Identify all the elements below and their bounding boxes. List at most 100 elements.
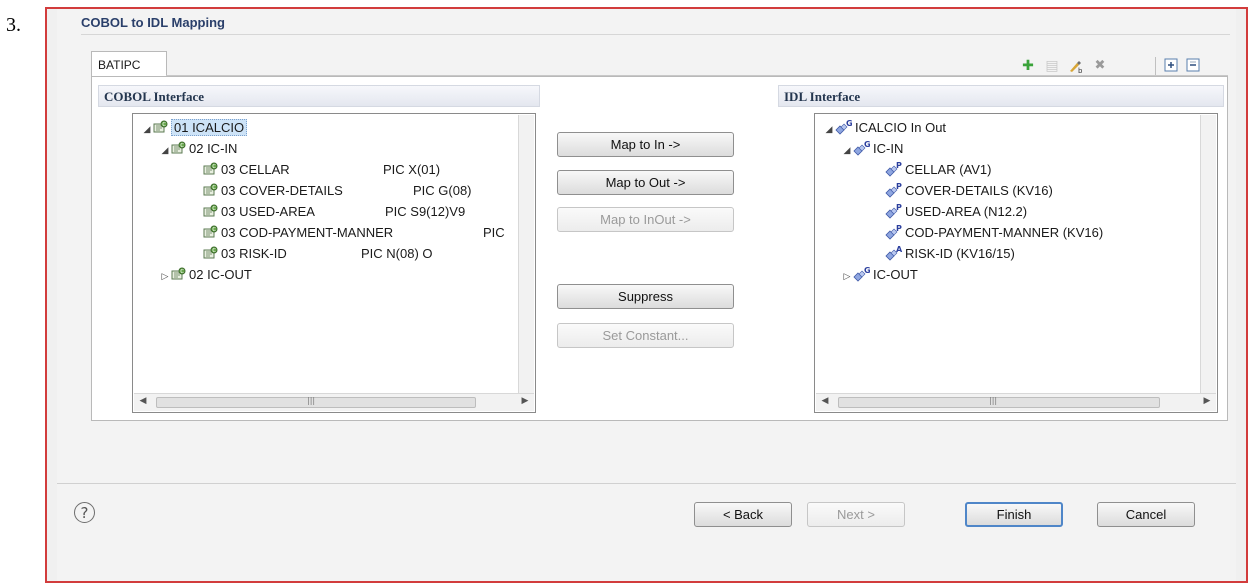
- cobol-tree-row[interactable]: C 03 CELLAR: [191, 160, 290, 180]
- copy-icon[interactable]: ▤: [1044, 58, 1060, 74]
- idl-node-label: IC-IN: [873, 141, 904, 156]
- scroll-right-icon[interactable]: ▶: [1200, 396, 1214, 406]
- cobol-tree-row[interactable]: ◢ C 02 IC-IN: [159, 139, 238, 160]
- idl-tree-row[interactable]: A RISK-ID (KV16/15): [873, 244, 1015, 264]
- finish-button[interactable]: Finish: [965, 502, 1063, 527]
- idl-interface-header: IDL Interface: [778, 85, 1224, 107]
- cancel-button[interactable]: Cancel: [1097, 502, 1195, 527]
- cobol-field-icon: C: [171, 141, 189, 156]
- cobol-tree-row[interactable]: C 03 RISK-ID: [191, 244, 287, 264]
- cobol-pic-clause: PIC X(01): [383, 162, 441, 177]
- idl-tree-row[interactable]: ◢ G IC-IN: [841, 139, 904, 159]
- expand-arrow-icon[interactable]: ▷: [159, 266, 171, 286]
- svg-text:C: C: [212, 227, 216, 233]
- svg-text:A: A: [896, 245, 903, 254]
- collapse-arrow-icon[interactable]: ◢: [841, 140, 853, 159]
- cobol-pic-clause: PIC G(08): [413, 183, 472, 198]
- svg-text:C: C: [212, 185, 216, 191]
- collapse-arrow-icon[interactable]: ◢: [141, 119, 153, 139]
- scroll-thumb[interactable]: |||: [838, 396, 1160, 408]
- scroll-left-icon[interactable]: ◀: [818, 396, 832, 406]
- cobol-field-label: 02 IC-OUT: [189, 267, 252, 282]
- rename-icon[interactable]: b: [1068, 58, 1084, 75]
- suppress-button[interactable]: Suppress: [557, 284, 734, 309]
- scroll-thumb[interactable]: |||: [156, 396, 476, 408]
- cobol-field-label: 03 RISK-ID: [221, 246, 287, 261]
- expand-all-icon[interactable]: [1163, 58, 1179, 74]
- back-button[interactable]: < Back: [694, 502, 792, 527]
- idl-node-icon: G: [853, 140, 873, 156]
- map-to-in-button[interactable]: Map to In ->: [557, 132, 734, 157]
- svg-text:C: C: [162, 122, 166, 128]
- cobol-pic-clause: PIC: [483, 225, 505, 240]
- idl-node-label: ICALCIO In Out: [855, 120, 947, 135]
- cobol-field-label: 01 ICALCIO: [171, 119, 248, 136]
- svg-text:G: G: [864, 140, 871, 149]
- idl-horizontal-scrollbar[interactable]: ◀ ||| ▶: [816, 393, 1216, 411]
- idl-node-icon: G: [835, 119, 855, 135]
- idl-node-icon: P: [885, 224, 905, 240]
- svg-text:C: C: [212, 164, 216, 170]
- toolbar-separator: [1155, 57, 1156, 75]
- expand-arrow-icon[interactable]: ▷: [841, 266, 853, 285]
- cobol-tree-row[interactable]: C 03 COD-PAYMENT-MANNER: [191, 223, 393, 243]
- cobol-field-label: 02 IC-IN: [189, 141, 238, 156]
- cobol-field-icon: C: [203, 183, 221, 198]
- idl-tree-row[interactable]: P COVER-DETAILS (KV16): [873, 181, 1053, 201]
- idl-node-label: RISK-ID (KV16/15): [905, 246, 1015, 261]
- wizard-dialog: COBOL to IDL Mapping BATIPC ✚ ▤ b ✖ COBO…: [45, 7, 1248, 583]
- idl-tree-row[interactable]: P COD-PAYMENT-MANNER (KV16): [873, 223, 1103, 243]
- svg-text:G: G: [846, 119, 853, 128]
- section-title: COBOL to IDL Mapping: [81, 15, 225, 30]
- cobol-vertical-scrollbar[interactable]: [518, 115, 534, 393]
- tab-batipc[interactable]: BATIPC: [91, 51, 167, 76]
- cobol-interface-header: COBOL Interface: [98, 85, 540, 107]
- set-constant-button[interactable]: Set Constant...: [557, 323, 734, 348]
- cobol-field-icon: C: [203, 246, 221, 261]
- idl-tree-row[interactable]: ▷ G IC-OUT: [841, 265, 918, 285]
- svg-text:G: G: [864, 266, 871, 275]
- cobol-field-label: 03 CELLAR: [221, 162, 290, 177]
- idl-node-icon: P: [885, 182, 905, 198]
- svg-text:C: C: [180, 269, 184, 275]
- idl-node-icon: A: [885, 245, 905, 261]
- cobol-tree-row[interactable]: C 03 COVER-DETAILS: [191, 181, 343, 201]
- idl-node-label: IC-OUT: [873, 267, 918, 282]
- collapse-arrow-icon[interactable]: ◢: [159, 140, 171, 160]
- idl-tree[interactable]: ◢ G ICALCIO In Out ◢ G IC-IN P CELLAR (AV1) P COV…: [814, 113, 1218, 413]
- idl-node-label: CELLAR (AV1): [905, 162, 992, 177]
- map-to-inout-button[interactable]: Map to InOut ->: [557, 207, 734, 232]
- svg-text:C: C: [180, 143, 184, 149]
- cobol-tree[interactable]: ◢ C 01 ICALCIO ◢ C 02 IC-IN C 03 CELLAR PIC X(01…: [132, 113, 536, 413]
- svg-text:C: C: [212, 206, 216, 212]
- cobol-field-icon: C: [171, 267, 189, 282]
- cobol-horizontal-scrollbar[interactable]: ◀ ||| ▶: [134, 393, 534, 411]
- cobol-tree-row[interactable]: ▷ C 02 IC-OUT: [159, 265, 252, 285]
- idl-tree-row[interactable]: P USED-AREA (N12.2): [873, 202, 1027, 222]
- cobol-tree-row[interactable]: C 03 USED-AREA: [191, 202, 315, 222]
- idl-tree-row[interactable]: P CELLAR (AV1): [873, 160, 991, 180]
- collapse-all-icon[interactable]: [1185, 58, 1201, 74]
- scroll-left-icon[interactable]: ◀: [136, 396, 150, 406]
- delete-icon[interactable]: ✖: [1092, 58, 1108, 74]
- help-icon[interactable]: ?: [74, 502, 95, 523]
- idl-node-icon: G: [853, 266, 873, 282]
- cobol-field-icon: C: [203, 162, 221, 177]
- cobol-tree-row[interactable]: ◢ C 01 ICALCIO: [141, 118, 248, 139]
- add-icon[interactable]: ✚: [1020, 58, 1036, 74]
- dialog-body: COBOL to IDL Mapping BATIPC ✚ ▤ b ✖ COBO…: [57, 9, 1236, 581]
- svg-text:P: P: [896, 161, 902, 170]
- scroll-right-icon[interactable]: ▶: [518, 396, 532, 406]
- map-to-out-button[interactable]: Map to Out ->: [557, 170, 734, 195]
- svg-text:P: P: [896, 182, 902, 191]
- next-button[interactable]: Next >: [807, 502, 905, 527]
- section-divider: [81, 34, 1230, 35]
- idl-node-icon: P: [885, 161, 905, 177]
- collapse-arrow-icon[interactable]: ◢: [823, 119, 835, 138]
- idl-tree-row[interactable]: ◢ G ICALCIO In Out: [823, 118, 947, 138]
- svg-text:P: P: [896, 203, 902, 212]
- svg-text:P: P: [896, 224, 902, 233]
- cobol-field-label: 03 COD-PAYMENT-MANNER: [221, 225, 394, 240]
- idl-vertical-scrollbar[interactable]: [1200, 115, 1216, 393]
- cobol-field-icon: C: [203, 204, 221, 219]
